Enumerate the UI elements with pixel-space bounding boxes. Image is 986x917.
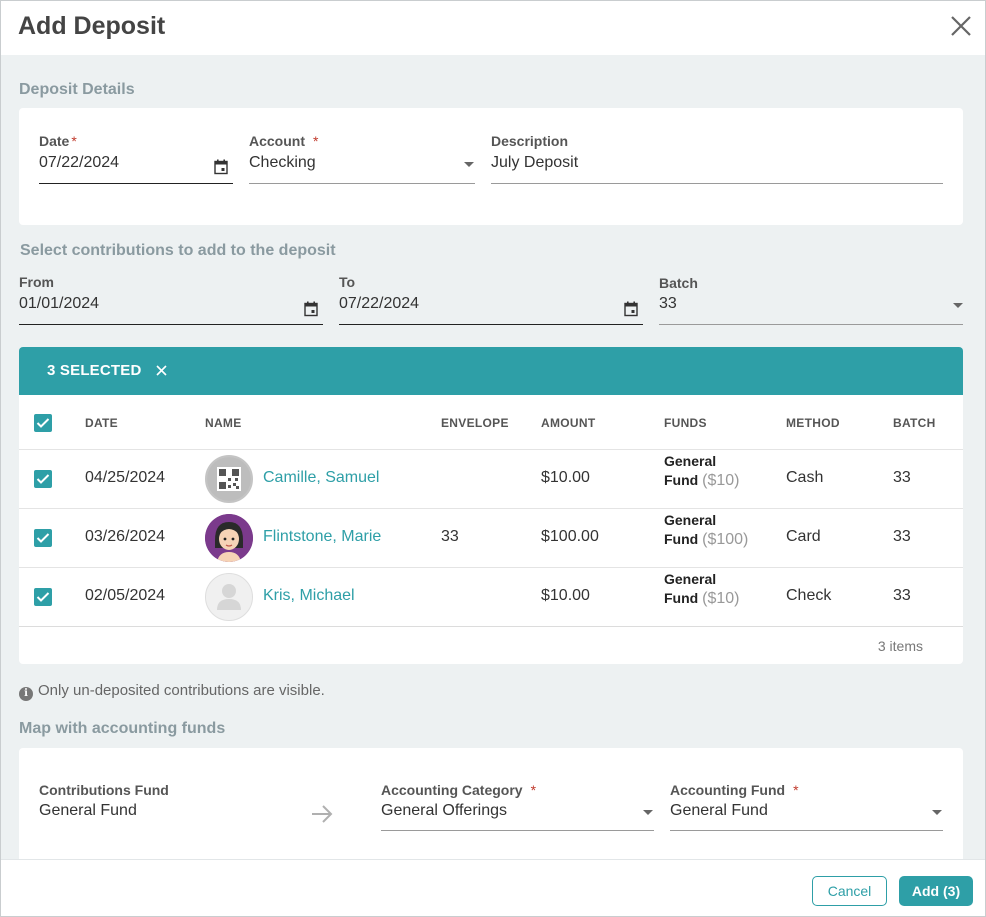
row-amount: $10.00: [541, 469, 590, 486]
batch-underline: [659, 324, 963, 325]
accounting-fund-dropdown-icon[interactable]: [932, 810, 942, 815]
description-field[interactable]: July Deposit: [491, 154, 943, 172]
accounting-fund-select[interactable]: General Fund: [670, 802, 943, 820]
description-label: Description: [491, 133, 569, 149]
row-date: 02/05/2024: [85, 587, 166, 604]
batch-select[interactable]: 33: [659, 295, 963, 313]
dialog-title: Add Deposit: [18, 12, 166, 40]
column-header-name[interactable]: NAME: [205, 416, 242, 430]
calendar-icon[interactable]: [624, 301, 638, 317]
close-icon[interactable]: [948, 13, 974, 39]
account-underline: [249, 183, 475, 184]
qr-code-avatar: [205, 455, 253, 503]
row-batch: 33: [893, 469, 911, 486]
contributions-fund-value: General Fund: [39, 802, 137, 819]
selection-bar: 3 SELECTED: [19, 347, 963, 395]
account-label: Account *: [249, 133, 319, 149]
column-header-envelope[interactable]: ENVELOPE: [441, 416, 509, 430]
description-underline: [491, 183, 943, 184]
row-checkbox[interactable]: [34, 470, 52, 488]
row-funds: General Fund ($100): [664, 512, 749, 548]
table-footer-divider: [19, 626, 963, 627]
to-underline: [339, 324, 643, 325]
selected-count: 3 SELECTED: [47, 362, 142, 379]
batch-dropdown-icon[interactable]: [953, 303, 963, 308]
add-button[interactable]: Add (3): [899, 876, 973, 906]
row-envelope: 33: [441, 528, 459, 545]
accounting-category-dropdown-icon[interactable]: [643, 810, 653, 815]
map-accounting-heading: Map with accounting funds: [19, 720, 226, 737]
add-deposit-dialog: Add Deposit Deposit Details Date * 07/22/…: [0, 0, 986, 917]
visibility-note: i Only un-deposited contributions are vis…: [19, 682, 325, 701]
from-label: From: [19, 274, 54, 290]
from-underline: [19, 324, 323, 325]
accounting-category-select[interactable]: General Offerings: [381, 802, 654, 820]
cancel-button[interactable]: Cancel: [812, 876, 887, 906]
row-date: 03/26/2024: [85, 528, 166, 545]
column-header-date[interactable]: DATE: [85, 416, 118, 430]
accounting-fund-label: Accounting Fund *: [670, 782, 799, 798]
clear-selection-icon[interactable]: [155, 364, 168, 377]
dialog-header: Add Deposit: [1, 1, 985, 55]
row-method: Check: [786, 587, 832, 604]
calendar-icon[interactable]: [214, 159, 228, 175]
column-header-amount[interactable]: AMOUNT: [541, 416, 595, 430]
contributions-table: DATE NAME ENVELOPE AMOUNT FUNDS METHOD B…: [19, 395, 963, 664]
row-method: Card: [786, 528, 821, 545]
batch-label: Batch: [659, 275, 698, 291]
column-header-method[interactable]: METHOD: [786, 416, 840, 430]
account-select[interactable]: Checking: [249, 154, 475, 172]
row-name-link[interactable]: Kris, Michael: [263, 587, 355, 605]
date-label: Date *: [39, 133, 77, 149]
items-count: 3 items: [877, 638, 923, 654]
row-funds: General Fund ($10): [664, 571, 740, 607]
row-date: 04/25/2024: [85, 469, 166, 486]
placeholder-person-avatar: [205, 573, 253, 621]
table-row[interactable]: 04/25/2024 Camille, Samuel $10.00 Genera…: [19, 449, 963, 508]
column-header-funds[interactable]: FUNDS: [664, 416, 707, 430]
from-date-field[interactable]: 01/01/2024: [19, 295, 99, 313]
deposit-details-card: Date * 07/22/2024 Account * Checking Descr…: [19, 108, 963, 225]
row-checkbox[interactable]: [34, 529, 52, 547]
deposit-details-heading: Deposit Details: [19, 81, 135, 98]
contributions-fund-label: Contributions Fund: [39, 782, 169, 798]
cartoon-girl-avatar: [205, 514, 253, 562]
date-field[interactable]: 07/22/2024: [39, 154, 119, 172]
select-all-checkbox[interactable]: [34, 414, 52, 432]
table-row[interactable]: 03/26/2024 Flintstone, Marie 33 $100.00 …: [19, 508, 963, 567]
to-date-field[interactable]: 07/22/2024: [339, 295, 419, 313]
account-dropdown-icon[interactable]: [464, 162, 474, 167]
arrow-right-icon: [312, 805, 333, 823]
row-name-link[interactable]: Flintstone, Marie: [263, 528, 381, 546]
table-row[interactable]: 02/05/2024 Kris, Michael $10.00 General …: [19, 567, 963, 626]
dialog-actions: Cancel Add (3): [1, 859, 985, 916]
mapping-card: Contributions Fund General Fund Accounti…: [19, 748, 963, 868]
row-checkbox[interactable]: [34, 588, 52, 606]
calendar-icon[interactable]: [304, 301, 318, 317]
accounting-category-underline: [381, 830, 654, 831]
row-batch: 33: [893, 528, 911, 545]
to-label: To: [339, 274, 356, 290]
select-contributions-heading: Select contributions to add to the depos…: [20, 242, 336, 259]
column-header-batch[interactable]: BATCH: [893, 416, 936, 430]
row-amount: $10.00: [541, 587, 590, 604]
row-batch: 33: [893, 587, 911, 604]
info-icon: i: [19, 687, 33, 701]
date-underline: [39, 183, 233, 184]
row-funds: General Fund ($10): [664, 453, 740, 489]
row-name-link[interactable]: Camille, Samuel: [263, 469, 379, 487]
accounting-fund-underline: [670, 830, 943, 831]
accounting-category-label: Accounting Category *: [381, 782, 537, 798]
row-amount: $100.00: [541, 528, 599, 545]
row-method: Cash: [786, 469, 824, 486]
